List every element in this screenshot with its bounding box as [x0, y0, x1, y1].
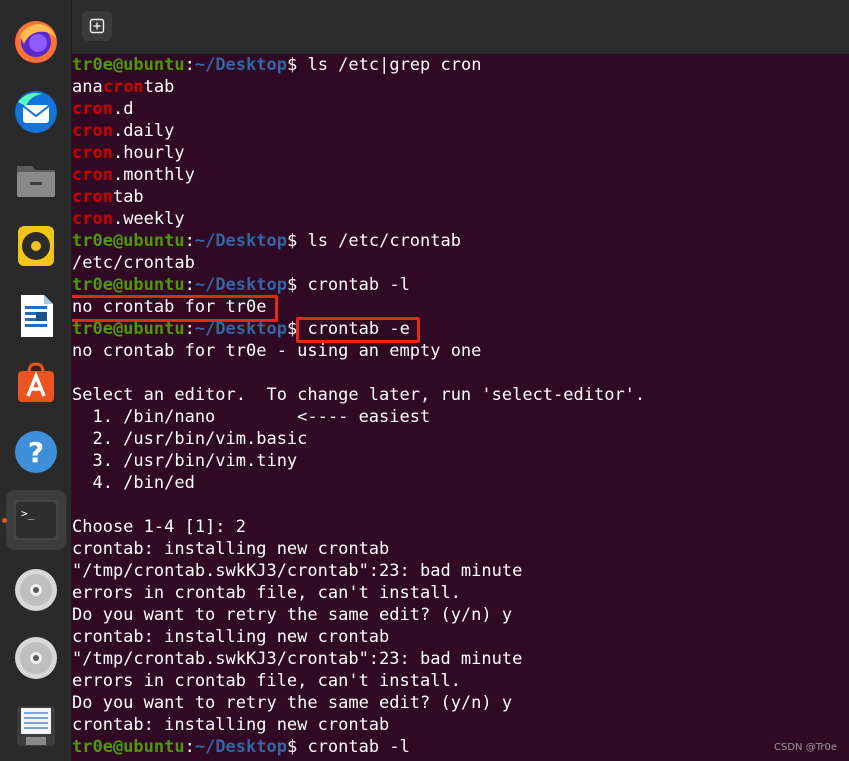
command-text: ls /etc|grep cron: [307, 55, 482, 75]
output-text: .d: [112, 99, 134, 119]
dock-item-ubuntu-software[interactable]: [6, 352, 66, 412]
prompt-separator: :: [184, 737, 195, 757]
disc-icon: [15, 637, 57, 679]
terminal-glyph: >_: [21, 507, 35, 520]
prompt-symbol: $: [286, 737, 308, 757]
software-icon: [18, 362, 54, 402]
output-line: crontab: installing new crontab: [72, 539, 390, 559]
dock-item-disc-2[interactable]: [6, 628, 66, 688]
output-line: 3. /usr/bin/vim.tiny: [72, 451, 298, 471]
prompt-line: tr0e@ubuntu:~/Desktop$ crontab -l: [72, 274, 410, 296]
prompt-separator: :: [184, 319, 195, 339]
highlight-box-no-crontab: [72, 295, 278, 322]
dock-item-rhythmbox[interactable]: [6, 216, 66, 276]
output-text: ana: [72, 77, 103, 97]
new-tab-icon: [89, 18, 105, 34]
output-line: "/tmp/crontab.swkKJ3/crontab":23: bad mi…: [72, 561, 523, 581]
command-text: ls /etc/crontab: [307, 231, 461, 251]
dock-item-terminal[interactable]: >_: [6, 490, 66, 550]
highlight-box-crontab-e: [296, 317, 420, 343]
grep-match: cron: [102, 77, 144, 97]
prompt-user: tr0e@ubuntu: [72, 319, 185, 339]
prompt-user: tr0e@ubuntu: [72, 275, 185, 295]
output-line: "/tmp/crontab.swkKJ3/crontab":23: bad mi…: [72, 649, 523, 669]
grep-match: cron: [72, 99, 113, 119]
new-tab-button[interactable]: [82, 11, 112, 41]
help-glyph: ?: [28, 436, 44, 469]
terminal-headerbar: [72, 0, 849, 54]
firefox-icon: [15, 21, 57, 63]
prompt-line: tr0e@ubuntu:~/Desktop$ crontab -l: [72, 736, 410, 758]
dock-item-writer[interactable]: [6, 286, 66, 346]
prompt-path: ~/Desktop: [194, 231, 287, 251]
output-line: crontab: [72, 186, 144, 208]
output-line: no crontab for tr0e - using an empty one: [72, 341, 482, 361]
dock-item-help[interactable]: ?: [6, 422, 66, 482]
prompt-path: ~/Desktop: [194, 275, 287, 295]
prompt-user: tr0e@ubuntu: [72, 231, 185, 251]
grep-match: cron: [72, 165, 113, 185]
output-line: crontab: installing new crontab: [72, 715, 390, 735]
output-line: cron.daily: [72, 120, 174, 142]
command-text: crontab -l: [307, 275, 410, 295]
prompt-path: ~/Desktop: [194, 737, 287, 757]
dock-item-firefox[interactable]: [6, 12, 66, 72]
command-text: crontab -l: [307, 737, 410, 757]
prompt-user: tr0e@ubuntu: [72, 737, 185, 757]
prompt-line: tr0e@ubuntu:~/Desktop$ ls /etc/crontab: [72, 230, 461, 252]
files-icon: [17, 166, 55, 197]
dock: ? >_: [0, 0, 72, 761]
floppy-icon: [17, 706, 55, 746]
output-line: Choose 1-4 [1]: 2: [72, 517, 246, 537]
dock-item-files[interactable]: [6, 150, 66, 210]
help-icon: ?: [15, 431, 57, 473]
prompt-path: ~/Desktop: [194, 319, 287, 339]
output-text: tab: [112, 187, 144, 207]
output-line: 4. /bin/ed: [72, 473, 195, 493]
prompt-symbol: $: [286, 275, 308, 295]
dock-item-disk-image[interactable]: [6, 696, 66, 756]
output-line: errors in crontab file, can't install.: [72, 583, 461, 603]
output-text: .monthly: [112, 165, 195, 185]
output-line: cron.d: [72, 98, 133, 120]
watermark: CSDN @Tr0e: [774, 742, 837, 753]
output-line: crontab: installing new crontab: [72, 627, 390, 647]
output-line: 1. /bin/nano <---- easiest: [72, 407, 431, 427]
output-line: errors in crontab file, can't install.: [72, 671, 461, 691]
output-text: .daily: [112, 121, 175, 141]
output-line: anacrontab: [72, 76, 174, 98]
output-line: cron.hourly: [72, 142, 185, 164]
grep-match: cron: [72, 143, 113, 163]
output-text: tab: [143, 77, 175, 97]
grep-match: cron: [72, 209, 113, 229]
rhythmbox-icon: [18, 226, 54, 266]
dock-item-thunderbird[interactable]: [6, 82, 66, 142]
output-line: /etc/crontab: [72, 253, 195, 273]
output-text: .weekly: [112, 209, 185, 229]
disc-icon: [15, 569, 57, 611]
output-line: Select an editor. To change later, run '…: [72, 385, 646, 405]
output-line: cron.weekly: [72, 208, 185, 230]
prompt-user: tr0e@ubuntu: [72, 55, 185, 75]
terminal-icon: >_: [14, 500, 58, 540]
prompt-separator: :: [184, 275, 195, 295]
dock-item-disc-1[interactable]: [6, 560, 66, 620]
writer-icon: [21, 295, 53, 337]
prompt-line: tr0e@ubuntu:~/Desktop$ ls /etc|grep cron: [72, 54, 481, 76]
prompt-path: ~/Desktop: [194, 55, 287, 75]
grep-match: cron: [72, 187, 113, 207]
output-line: Do you want to retry the same edit? (y/n…: [72, 605, 513, 625]
prompt-separator: :: [184, 55, 195, 75]
output-line: Do you want to retry the same edit? (y/n…: [72, 693, 513, 713]
terminal-output[interactable]: tr0e@ubuntu:~/Desktop$ ls /etc|grep cron…: [72, 54, 849, 761]
running-indicator: [2, 518, 7, 523]
prompt-symbol: $: [286, 231, 308, 251]
grep-match: cron: [72, 121, 113, 141]
output-line: 2. /usr/bin/vim.basic: [72, 429, 308, 449]
prompt-separator: :: [184, 231, 195, 251]
output-text: .hourly: [112, 143, 185, 163]
output-line: cron.monthly: [72, 164, 195, 186]
thunderbird-icon: [15, 91, 57, 133]
prompt-symbol: $: [286, 55, 308, 75]
